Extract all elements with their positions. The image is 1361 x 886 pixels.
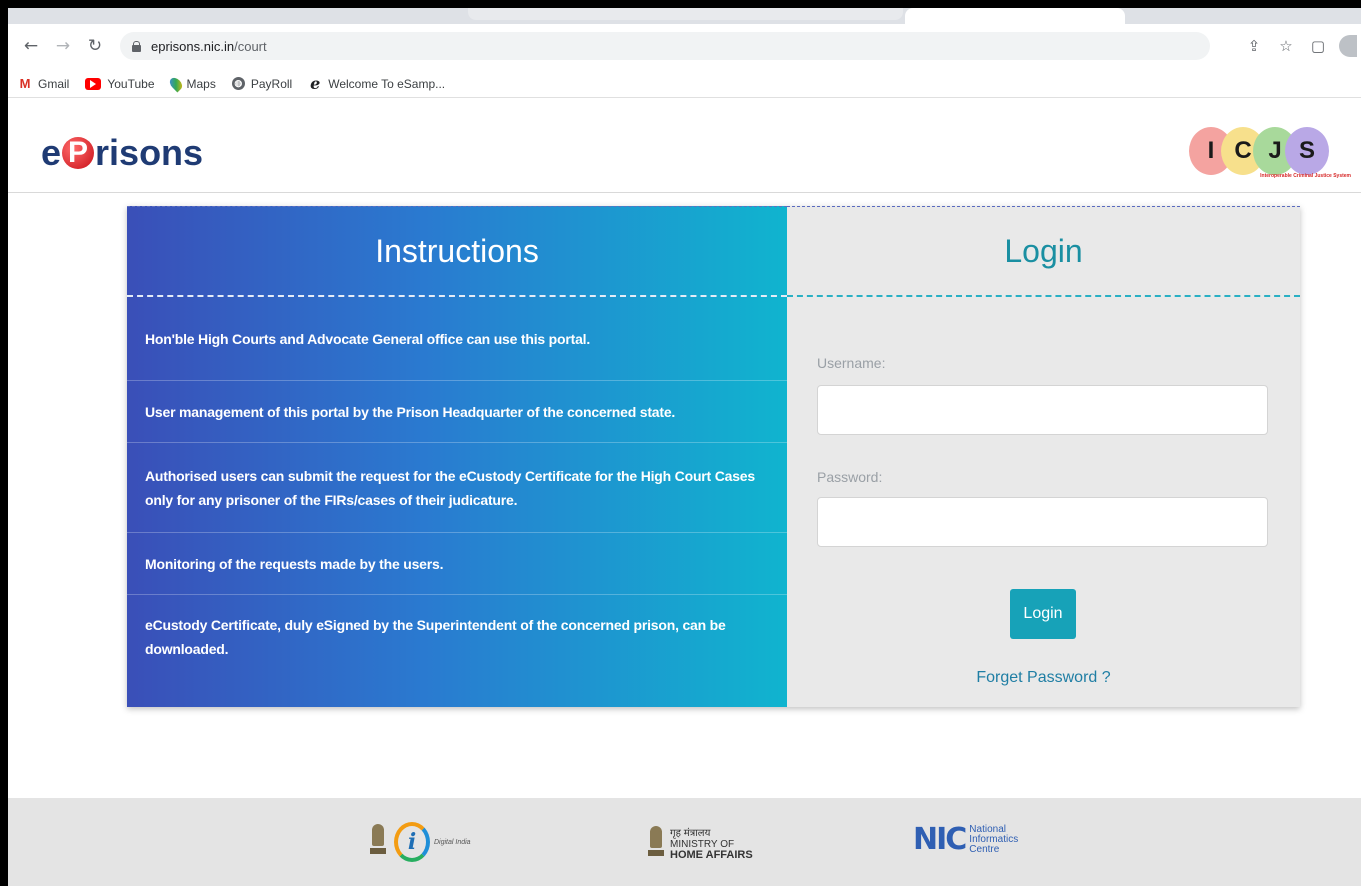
- footer: i Digital India गृह मंत्रालय MINISTRY OF…: [8, 798, 1361, 886]
- bookmark-label: PayRoll: [250, 76, 293, 91]
- forward-icon[interactable]: →: [50, 33, 76, 59]
- side-panel-icon[interactable]: ▢: [1307, 35, 1329, 57]
- icjs-caption: Interoperable Criminal Justice System: [1260, 173, 1351, 179]
- url-host: eprisons.nic.in: [151, 38, 235, 54]
- nic-line1: National: [969, 823, 1006, 835]
- login-button[interactable]: Login: [1010, 589, 1076, 639]
- logo-prefix: e: [41, 132, 62, 173]
- national-emblem-icon: [368, 822, 388, 862]
- instruction-item: User management of this portal by the Pr…: [127, 381, 787, 443]
- mha-line2: HOME AFFAIRS: [670, 848, 753, 861]
- bookmark-gmail[interactable]: M Gmail: [18, 76, 70, 91]
- mha-line1: MINISTRY OF: [670, 838, 735, 850]
- nic-logo: NIC National Informatics Centre: [913, 822, 1018, 857]
- bookmark-label: Gmail: [38, 76, 70, 91]
- digital-india-text: Digital India: [434, 838, 471, 846]
- star-icon[interactable]: ☆: [1275, 35, 1297, 57]
- bookmark-label: Maps: [186, 76, 216, 91]
- bookmark-payroll[interactable]: ◍ PayRoll: [231, 76, 293, 91]
- login-title: Login: [787, 207, 1300, 297]
- gmail-icon: M: [19, 76, 31, 91]
- password-label: Password:: [817, 469, 883, 485]
- tab-strip: [8, 8, 1361, 24]
- main-panel: Instructions Hon'ble High Courts and Adv…: [127, 206, 1300, 707]
- nic-text: National Informatics Centre: [969, 823, 1019, 855]
- browser-tab-active[interactable]: [905, 8, 1125, 24]
- instruction-item: Hon'ble High Courts and Advocate General…: [127, 297, 787, 381]
- address-bar[interactable]: eprisons.nic.in/court: [120, 32, 1210, 60]
- login-panel: Login Username: Password: Login Forget P…: [787, 206, 1300, 707]
- browser-toolbar: ← → ↻ eprisons.nic.in/court ⇪ ☆ ▢: [8, 24, 1361, 68]
- instruction-item: Authorised users can submit the request …: [127, 443, 787, 533]
- icjs-letter: S: [1285, 127, 1329, 175]
- digital-india-icon: i: [394, 822, 430, 862]
- bookmark-youtube[interactable]: YouTube: [85, 76, 155, 91]
- bookmark-label: Welcome To eSamp...: [328, 76, 446, 91]
- username-label: Username:: [817, 355, 886, 371]
- nic-line2: Informatics: [969, 833, 1019, 845]
- reload-icon[interactable]: ↻: [82, 33, 108, 59]
- bookmark-esamp[interactable]: e Welcome To eSamp...: [308, 74, 446, 93]
- mha-text: गृह मंत्रालय MINISTRY OF HOME AFFAIRS: [670, 828, 753, 861]
- username-input[interactable]: [817, 385, 1268, 435]
- edge-e-icon: e: [310, 74, 321, 93]
- url-text[interactable]: eprisons.nic.in/court: [151, 39, 267, 54]
- eprisons-logo[interactable]: e Prisons: [41, 132, 203, 174]
- instruction-item: Monitoring of the requests made by the u…: [127, 533, 787, 595]
- nic-mark: NIC: [913, 822, 967, 857]
- url-path: /court: [234, 38, 267, 54]
- share-icon[interactable]: ⇪: [1243, 35, 1265, 57]
- bookmarks-bar: M Gmail YouTube Maps ◍ PayRoll e Welcome…: [8, 70, 1361, 98]
- youtube-icon: [85, 77, 102, 90]
- back-icon[interactable]: ←: [18, 33, 44, 59]
- icjs-logo: I C J S Interoperable Criminal Justice S…: [1189, 127, 1357, 185]
- nic-letters: NIC: [913, 822, 967, 857]
- browser-window: ← → ↻ eprisons.nic.in/court ⇪ ☆ ▢ M Gmai…: [8, 8, 1361, 886]
- digital-india-logo: i Digital India: [368, 822, 471, 862]
- lock-icon[interactable]: [132, 40, 141, 52]
- browser-tab[interactable]: [468, 8, 903, 20]
- maps-pin-icon: [167, 75, 184, 92]
- logo-p-badge: P: [62, 136, 95, 169]
- instructions-panel: Instructions Hon'ble High Courts and Adv…: [127, 206, 787, 707]
- logo-suffix: risons: [95, 132, 204, 173]
- mha-hindi: गृह मंत्रालय: [670, 827, 711, 839]
- site-header: e Prisons I C J S Interoperable Criminal …: [8, 99, 1361, 193]
- nic-line3: Centre: [969, 843, 1000, 855]
- mha-logo: गृह मंत्रालय MINISTRY OF HOME AFFAIRS: [646, 824, 753, 864]
- profile-avatar-icon[interactable]: [1339, 35, 1357, 57]
- globe-icon: ◍: [231, 77, 245, 90]
- toolbar-actions: ⇪ ☆ ▢: [1243, 24, 1361, 68]
- instructions-title: Instructions: [127, 207, 787, 297]
- bookmark-maps[interactable]: Maps: [167, 75, 216, 92]
- forget-password-link[interactable]: Forget Password ?: [787, 669, 1300, 687]
- bookmark-label: YouTube: [107, 76, 155, 91]
- instruction-item: eCustody Certificate, duly eSigned by th…: [145, 617, 726, 657]
- password-input[interactable]: [817, 497, 1268, 547]
- national-emblem-icon: [646, 824, 666, 864]
